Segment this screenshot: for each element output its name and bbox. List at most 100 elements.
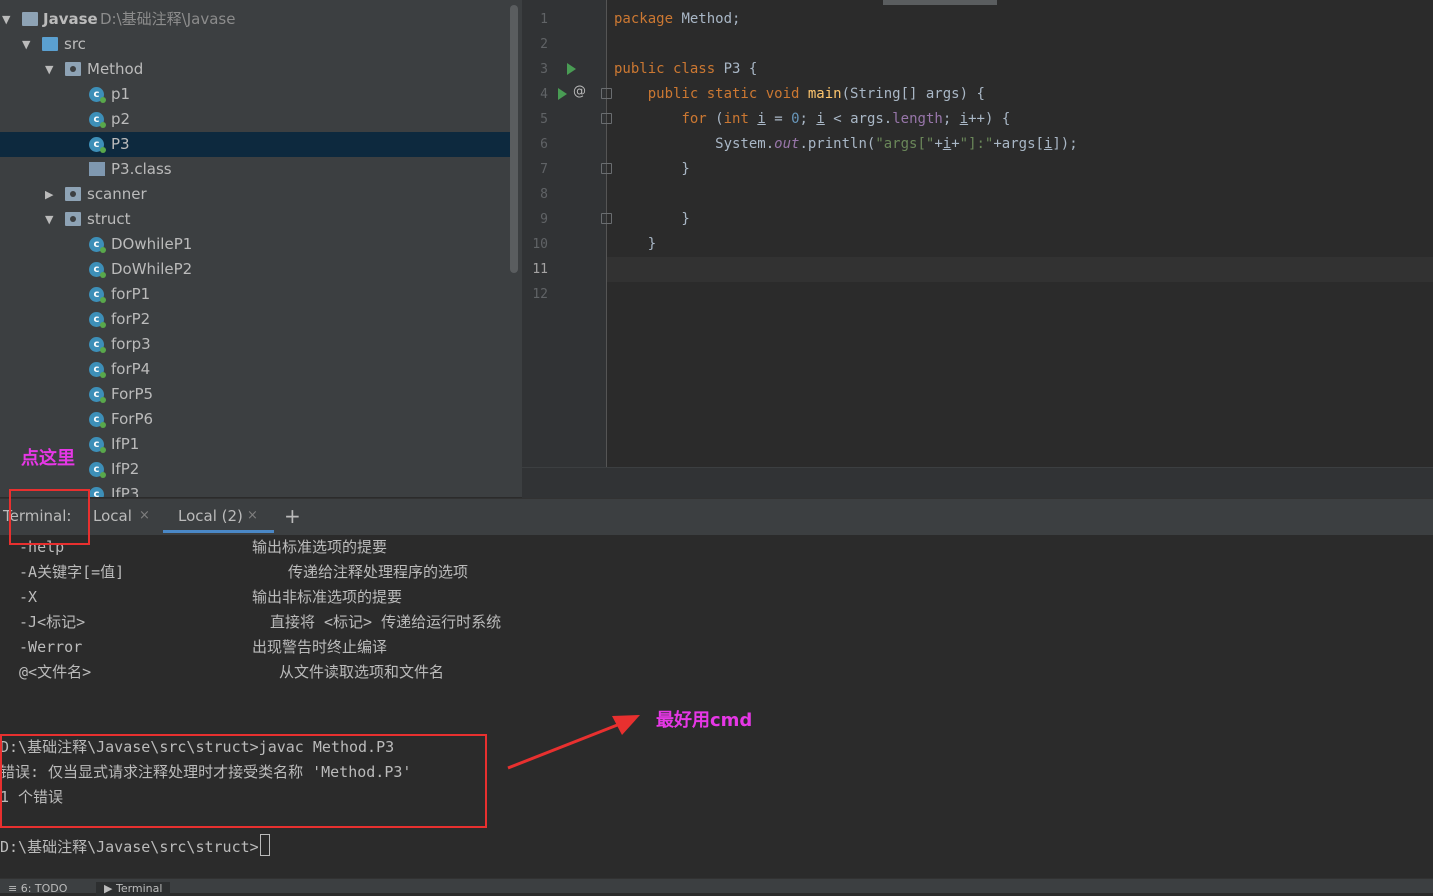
tree-root-javase[interactable]: ▼ Javase D:\基础注释\Javase (0, 7, 510, 32)
tree-item-p3-class[interactable]: P3.class (0, 157, 510, 182)
chevron-down-icon[interactable]: ▼ (22, 32, 34, 57)
package-icon (65, 187, 81, 201)
active-tab-indicator (163, 530, 274, 533)
tree-item-label: forP2 (111, 310, 151, 328)
help-option: @<文件名> (10, 663, 92, 681)
code-line-1: package Method; (614, 11, 741, 27)
tab-local-2[interactable]: Local (2) (178, 499, 243, 533)
code-line-3: public class P3 { (614, 61, 758, 77)
module-name: Javase (43, 10, 98, 28)
java-class-icon: c (89, 362, 106, 378)
java-class-icon: c (89, 87, 106, 103)
tree-item-dowhilep1[interactable]: c DOwhileP1 (0, 232, 510, 257)
java-class-icon: c (89, 487, 104, 497)
code-line-5: for (int i = 0; i < args.length; i++) { (681, 111, 1011, 127)
line-number: 8 (540, 187, 548, 202)
fold-marker-icon[interactable] (601, 88, 612, 99)
chevron-right-icon[interactable]: ▶ (45, 182, 57, 207)
tree-item-label: ForP6 (111, 410, 154, 428)
help-desc: 从文件读取选项和文件名 (279, 663, 445, 681)
tree-item-label: IfP1 (111, 435, 140, 453)
java-class-icon: c (89, 437, 106, 453)
tree-item-dowhilep2[interactable]: c DoWhileP2 (0, 257, 510, 282)
chevron-down-icon[interactable]: ▼ (45, 207, 57, 232)
help-option: -A关键字[=值] (10, 563, 125, 581)
tree-item-p2[interactable]: c p2 (0, 107, 510, 132)
line-number: 4 (540, 87, 548, 102)
horizontal-scroll-thumb[interactable] (883, 0, 997, 5)
fold-marker-icon[interactable] (601, 163, 612, 174)
tree-item-label: IfP2 (111, 460, 140, 478)
code-line-6: System.out.println("args["+i+"]:"+args[i… (614, 136, 1078, 152)
editor-gutter: 1 2 3 4 5 6 7 8 9 10 11 12 @ (522, 0, 612, 467)
java-class-icon: c (89, 137, 106, 153)
help-desc: 输出标准选项的提要 (252, 538, 388, 556)
tree-item-p1[interactable]: c p1 (0, 82, 510, 107)
tree-item-label: forp3 (111, 335, 151, 353)
tree-item-label: scanner (87, 185, 147, 203)
tree-item-method[interactable]: ▼ Method (0, 57, 510, 82)
java-class-icon: c (89, 412, 106, 428)
package-icon (65, 62, 81, 76)
tree-item-forp6[interactable]: c ForP6 (0, 407, 510, 432)
chevron-down-icon[interactable]: ▼ (45, 57, 57, 82)
tree-item-forp3[interactable]: c forp3 (0, 332, 510, 357)
tree-item-label: forP1 (111, 285, 151, 303)
code-line-4: public static void main(String[] args) { (647, 86, 985, 102)
terminal-tab-bar: Terminal: Local × Local (2) × + (0, 498, 1433, 535)
code-line-10: } (614, 236, 657, 252)
todo-label: 6: TODO (20, 882, 68, 895)
tree-item-forp1[interactable]: c forP1 (0, 282, 510, 307)
fold-marker-icon[interactable] (601, 213, 612, 224)
tree-item-label: Method (87, 60, 144, 78)
run-main-icon[interactable] (558, 88, 567, 100)
java-class-icon: c (89, 112, 106, 128)
tree-item-label: P3 (111, 135, 130, 153)
help-option: -Werror (10, 638, 83, 656)
tree-item-forp5[interactable]: c ForP5 (0, 382, 510, 407)
tree-item-forp4[interactable]: c forP4 (0, 357, 510, 382)
add-terminal-button[interactable]: + (284, 499, 301, 533)
todo-tool-button[interactable]: ≡ 6: TODO (8, 882, 67, 896)
java-class-icon: c (89, 337, 106, 353)
line-number: 11 (532, 262, 548, 277)
code-editor[interactable]: 1 2 3 4 5 6 7 8 9 10 11 12 @ package Method; public … (522, 0, 1433, 498)
chevron-down-icon[interactable]: ▼ (2, 7, 14, 32)
tree-item-struct[interactable]: ▼ struct (0, 207, 510, 232)
close-icon[interactable]: × (139, 499, 150, 533)
help-desc: 输出非标准选项的提要 (252, 588, 403, 606)
tree-item-label: p1 (111, 85, 131, 103)
tree-item-label: DOwhileP1 (111, 235, 193, 253)
help-desc: 直接将 <标记> 传递给运行时系统 (270, 613, 502, 631)
tree-item-p3[interactable]: c P3 (0, 132, 510, 157)
annotation-box-terminal (9, 489, 90, 545)
tree-item-src[interactable]: ▼ src (0, 32, 510, 57)
close-icon[interactable]: × (247, 499, 258, 533)
bottom-tool-bar: ≡ 6: TODO ▶ Terminal (0, 878, 1433, 896)
java-class-icon: c (89, 462, 106, 478)
prompt-line: D:\基础注释\Javase\src\struct> (0, 838, 259, 856)
java-class-icon: c (89, 262, 106, 278)
tree-item-label: struct (87, 210, 131, 228)
current-line-highlight (607, 257, 1433, 282)
java-class-icon: c (89, 312, 106, 328)
fold-marker-icon[interactable] (601, 113, 612, 124)
line-number: 9 (540, 212, 548, 227)
annotation-at-icon: @ (573, 84, 586, 99)
tree-item-ifp2[interactable]: c IfP2 (0, 457, 510, 482)
code-line-7: } (614, 161, 690, 177)
tree-item-scanner[interactable]: ▶ scanner (0, 182, 510, 207)
tree-item-label: src (64, 35, 86, 53)
module-path: D:\基础注释\Javase (100, 10, 236, 28)
java-class-icon: c (89, 387, 106, 403)
run-class-icon[interactable] (567, 63, 576, 75)
tab-local[interactable]: Local (93, 499, 132, 533)
tree-item-ifp1[interactable]: c IfP1 (0, 432, 510, 457)
line-number: 3 (540, 62, 548, 77)
project-tool-window: ▼ Javase D:\基础注释\Javase ▼ src ▼ Method c p1 c p… (0, 0, 522, 497)
class-file-icon (89, 162, 105, 176)
vertical-scrollbar[interactable] (510, 5, 518, 273)
code-line-9: } (614, 211, 690, 227)
tree-item-forp2[interactable]: c forP2 (0, 307, 510, 332)
terminal-tool-button[interactable]: ▶ Terminal (96, 882, 171, 896)
